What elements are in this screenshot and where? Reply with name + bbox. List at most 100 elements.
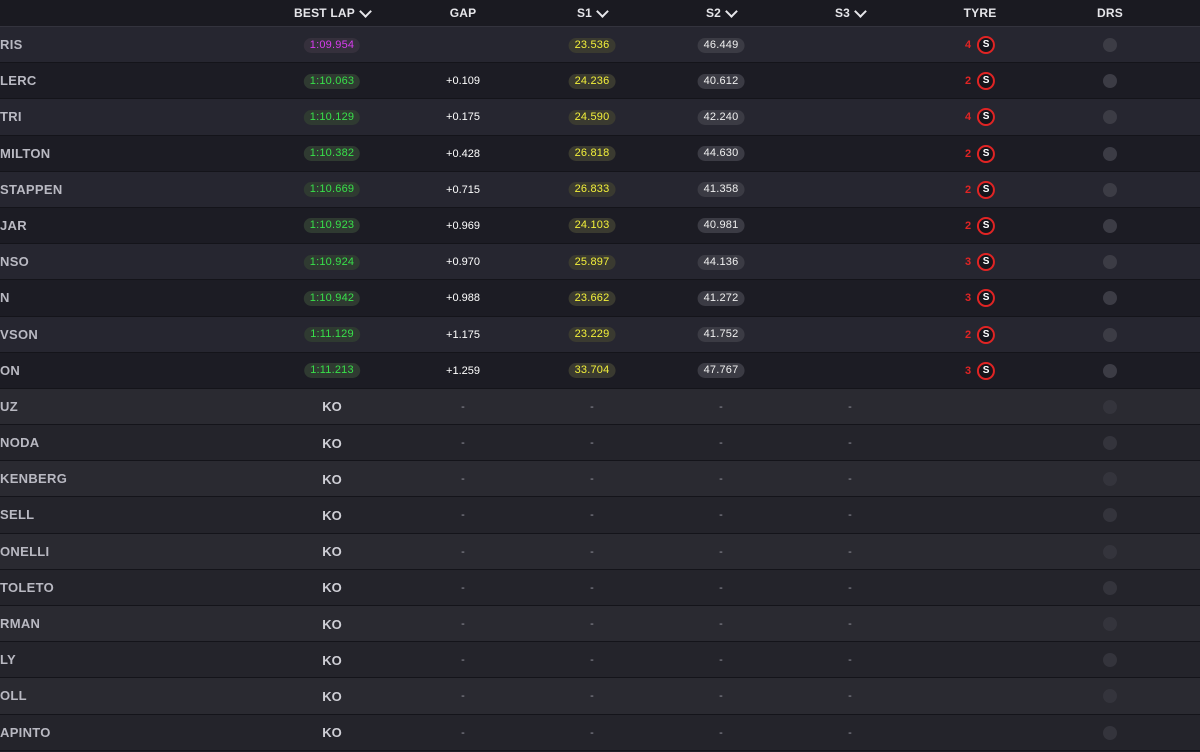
gap-value: +0.428 [446,147,480,160]
table-row[interactable]: SELL KO - - - - [0,497,1200,534]
driver-name: ON [0,362,21,378]
table-row[interactable]: TRI 1:10.129 +0.175 24.590 42.240 4 S [0,99,1200,136]
s1-time: 24.236 [568,73,616,89]
s3-header-label: S3 [834,6,851,20]
table-row[interactable]: NODA KO - - - - [0,425,1200,462]
gap-cell: - [461,389,465,425]
best-lap-cell: KO [322,570,342,606]
s2-time: 41.272 [697,290,745,306]
timing-table: BEST LAP GAP S1 S2 S3 TYRE DRS RIS 1:09.9… [0,0,1200,752]
soft-tyre-icon: S [977,36,996,54]
drs-cell [1103,353,1117,389]
drs-cell [1103,172,1117,208]
gap-placeholder: - [461,473,465,486]
gap-cell: - [461,497,465,533]
table-row[interactable]: TOLETO KO - - - - [0,569,1200,606]
best-lap-time: 1:09.954 [303,37,361,53]
chevron-down-icon[interactable] [854,4,867,18]
best-lap-cell: 1:11.129 [304,317,360,353]
gap-placeholder: - [461,545,465,558]
table-row[interactable]: UZ KO - - - - [0,388,1200,426]
driver-name: NODA [0,435,40,451]
s2-placeholder: - [719,509,723,522]
s2-cell: 41.752 [697,317,745,353]
table-row[interactable]: KENBERG KO - - - - [0,461,1200,498]
column-s3[interactable]: S3 [834,0,867,27]
s2-header-label: S2 [705,6,722,20]
table-row[interactable]: LERC 1:10.063 +0.109 24.236 40.612 2 S [0,63,1200,100]
gap-placeholder: - [461,654,465,667]
s1-cell: - [590,715,594,751]
tyre-info: 2S [965,144,996,163]
column-s2[interactable]: S2 [705,0,738,27]
tyre-header-label: TYRE [963,6,997,20]
drs-indicator-icon [1103,725,1117,740]
table-row[interactable]: OLL KO - - - - [0,678,1200,715]
table-row[interactable]: RIS 1:09.954 23.536 46.449 4 S [0,27,1200,64]
driver-name: ONELLI [0,543,50,559]
gap-value: +0.175 [446,111,480,124]
tyre-laps: 2 [964,219,972,232]
gap-cell: +0.988 [446,280,480,316]
s2-cell: - [719,678,723,714]
best-lap-cell: 1:10.063 [303,63,361,99]
drs-cell [1103,99,1117,135]
table-row[interactable]: NSO 1:10.924 +0.970 25.897 44.136 3 S [0,244,1200,281]
gap-value: +0.109 [446,75,480,88]
tyre-cell: 2S [964,208,996,244]
table-row[interactable]: VSON 1:11.129 +1.175 23.229 41.752 2 S [0,316,1200,353]
s1-header-label: S1 [576,6,593,20]
tyre-info: 4S [964,108,996,127]
s1-cell: - [590,642,594,678]
chevron-down-icon[interactable] [359,4,372,18]
gap-placeholder: - [461,509,465,522]
table-row[interactable]: RMAN KO - - - - [0,606,1200,643]
table-row[interactable]: MILTON 1:10.382 +0.428 26.818 44.630 2 S [0,135,1200,172]
table-row[interactable]: ON 1:11.213 +1.259 33.704 47.767 3 S [0,352,1200,389]
table-row[interactable]: APINTO KO - - - - [0,714,1200,751]
table-row[interactable]: LY KO - - - - [0,642,1200,679]
best-lap-time: 1:11.129 [304,327,360,342]
knocked-out-label: KO [322,471,342,487]
s2-time: 41.358 [697,182,745,198]
chevron-down-icon[interactable] [596,4,609,18]
s2-time: 46.449 [697,37,745,53]
s2-cell: 42.240 [697,99,745,135]
soft-tyre-icon: S [977,216,996,235]
s2-placeholder: - [719,545,723,558]
column-gap: GAP [450,0,477,27]
knocked-out-label: KO [322,616,342,632]
table-row[interactable]: JAR 1:10.923 +0.969 24.103 40.981 2 S [0,207,1200,245]
column-s1[interactable]: S1 [576,0,609,27]
gap-value: +1.259 [446,364,480,377]
gap-placeholder: - [461,437,465,450]
column-best-lap[interactable]: BEST LAP [294,0,372,27]
knocked-out-label: KO [322,652,342,668]
tyre-cell: 4S [964,99,996,135]
best-lap-time: 1:10.382 [303,146,361,162]
column-drs: DRS [1097,0,1123,27]
s2-time: 40.612 [697,73,745,89]
gap-cell: +0.969 [446,208,480,244]
best-lap-cell: KO [322,497,342,533]
drs-cell [1103,497,1117,533]
gap-cell: - [461,642,465,678]
table-row[interactable]: ONELLI KO - - - - [0,533,1200,570]
best-lap-cell: 1:10.669 [303,172,361,208]
drs-cell [1103,642,1117,678]
s1-cell: - [590,534,594,570]
driver-name: LERC [0,73,37,89]
knocked-out-label: KO [322,507,342,523]
s2-cell: 44.630 [697,136,745,172]
s1-time: 33.704 [568,363,616,379]
s1-time: 26.818 [568,146,616,162]
chevron-down-icon[interactable] [725,4,738,18]
s1-cell: - [590,570,594,606]
table-row[interactable]: N 1:10.942 +0.988 23.662 41.272 3 S [0,280,1200,317]
table-row[interactable]: STAPPEN 1:10.669 +0.715 26.833 41.358 2 S [0,171,1200,208]
s3-placeholder: - [848,437,852,450]
table-header: BEST LAP GAP S1 S2 S3 TYRE DRS [0,0,1200,27]
tyre-laps: 4 [964,111,972,124]
tyre-cell: 3S [965,280,996,316]
knocked-out-label: KO [322,435,342,451]
